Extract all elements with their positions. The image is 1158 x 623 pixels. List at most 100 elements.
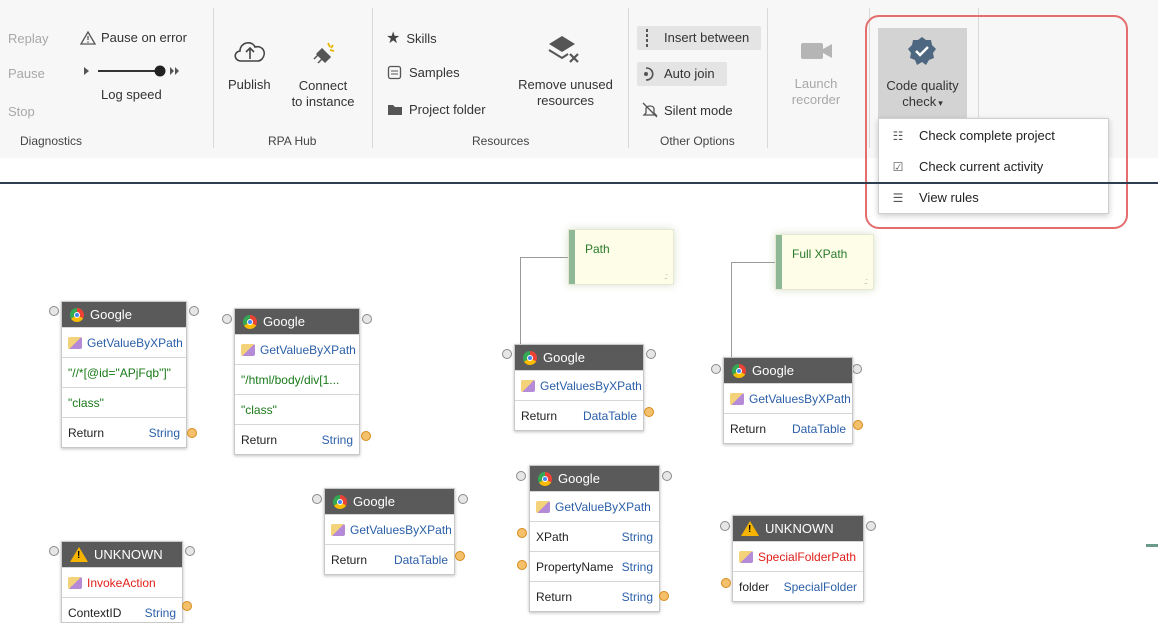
canvas-edge-marker <box>1146 544 1158 547</box>
activity-icon <box>739 550 753 563</box>
node-return-type: DataTable <box>791 421 846 436</box>
group-divider <box>628 8 629 148</box>
group-divider <box>767 8 768 148</box>
output-port[interactable] <box>646 349 656 359</box>
node-return-label: Return <box>536 589 573 604</box>
connect-to-instance-button[interactable]: Connect to instance <box>283 33 363 115</box>
google-chrome-icon <box>732 363 746 378</box>
resize-grip-icon[interactable]: .: <box>864 276 868 286</box>
comment-note-full-xpath[interactable]: Full XPath .: <box>775 234 874 290</box>
google-chrome-icon <box>243 314 257 329</box>
launch-recorder-label-line1: Launch <box>794 76 838 91</box>
node-return-type: String <box>148 425 180 440</box>
insert-between-toggle[interactable]: Insert between <box>637 26 761 50</box>
activity-node-google-getvaluesbyxpath[interactable]: Google GetValuesByXPath Return DataTable <box>514 344 644 431</box>
return-port[interactable] <box>361 431 371 441</box>
activity-node-google-getvaluesbyxpath[interactable]: Google GetValuesByXPath Return DataTable <box>723 357 853 444</box>
node-return-label: Return <box>730 421 767 436</box>
group-label-rpa-hub: RPA Hub <box>268 134 317 148</box>
activity-node-unknown-specialfolderpath[interactable]: ! UNKNOWN SpecialFolderPath folder Special… <box>732 515 864 602</box>
node-param-type: String <box>144 605 176 620</box>
silent-mode-toggle[interactable]: Silent mode <box>642 102 733 118</box>
note-connector <box>731 262 775 263</box>
activity-node-google-getvaluebyxpath[interactable]: Google GetValueByXPath XPath String Prope… <box>529 465 660 612</box>
group-label-other-options: Other Options <box>660 134 735 148</box>
comment-note-path[interactable]: Path .: <box>568 229 674 285</box>
log-speed-slider[interactable] <box>84 63 184 79</box>
pause-button[interactable]: Pause <box>8 66 45 81</box>
node-activity-name: GetValueByXPath <box>87 335 183 350</box>
workflow-canvas[interactable]: Path .: Full XPath .: Google GetValueByX… <box>0 184 1158 623</box>
auto-join-icon <box>644 67 654 81</box>
input-port[interactable] <box>720 521 730 531</box>
group-label-diagnostics: Diagnostics <box>20 134 83 148</box>
resize-grip-icon[interactable]: .: <box>664 271 668 281</box>
node-param-label: XPath <box>536 529 569 544</box>
output-port[interactable] <box>189 306 199 316</box>
auto-join-toggle[interactable]: Auto join <box>637 62 727 86</box>
param-port[interactable] <box>721 578 731 588</box>
return-port[interactable] <box>187 428 197 438</box>
cloud-upload-icon <box>234 42 265 62</box>
return-port[interactable] <box>853 420 863 430</box>
connect-label-line1: Connect <box>298 78 348 93</box>
node-return-type: String <box>621 589 653 604</box>
input-port[interactable] <box>516 471 526 481</box>
output-port[interactable] <box>185 546 195 556</box>
google-chrome-icon <box>333 494 347 509</box>
node-header: Google <box>558 471 600 486</box>
input-port[interactable] <box>49 306 59 316</box>
launch-recorder-button[interactable]: Launch recorder <box>776 34 856 116</box>
google-chrome-icon <box>523 350 537 365</box>
activity-icon <box>241 343 255 356</box>
node-return-type: DataTable <box>582 408 637 423</box>
node-header: Google <box>752 363 794 378</box>
input-port[interactable] <box>312 494 322 504</box>
warning-triangle-icon <box>80 30 96 45</box>
param-port[interactable] <box>517 560 527 570</box>
activity-icon <box>521 379 535 392</box>
output-port[interactable] <box>852 364 862 374</box>
auto-join-label: Auto join <box>664 66 715 81</box>
node-header: Google <box>543 350 585 365</box>
return-port[interactable] <box>659 591 669 601</box>
insert-between-icon <box>646 29 648 47</box>
remove-unused-label-line1: Remove unused <box>518 77 613 92</box>
layers-remove-icon <box>548 36 579 63</box>
remove-unused-resources-button[interactable]: Remove unused resources <box>508 30 623 120</box>
samples-button[interactable]: Samples <box>387 65 460 80</box>
return-port[interactable] <box>455 551 465 561</box>
node-return-label: Return <box>241 432 278 447</box>
activity-node-google-getvaluebyxpath[interactable]: Google GetValueByXPath "//*[@id="APjFqb"… <box>61 301 187 448</box>
input-port[interactable] <box>711 364 721 374</box>
activity-node-unknown-invokeaction[interactable]: ! UNKNOWN InvokeAction ContextID String <box>61 541 183 623</box>
replay-button[interactable]: Replay <box>8 31 48 46</box>
group-divider <box>213 8 214 148</box>
param-port[interactable] <box>517 528 527 538</box>
publish-button[interactable]: Publish <box>227 33 275 115</box>
output-port[interactable] <box>458 494 468 504</box>
project-folder-button[interactable]: Project folder <box>387 102 486 117</box>
input-port[interactable] <box>222 314 232 324</box>
input-port[interactable] <box>49 546 59 556</box>
skills-button[interactable]: ★ Skills <box>386 28 437 48</box>
node-argument: "/html/body/div[1... <box>241 372 340 387</box>
return-port[interactable] <box>644 407 654 417</box>
group-divider <box>372 8 373 148</box>
node-return-label: Return <box>521 408 558 423</box>
folder-icon <box>388 105 402 115</box>
stop-button[interactable]: Stop <box>8 104 35 119</box>
activity-node-google-getvaluebyxpath[interactable]: Google GetValueByXPath "/html/body/div[1… <box>234 308 360 455</box>
node-argument: "//*[@id="APjFqb"]" <box>68 365 171 380</box>
activity-node-google-getvaluesbyxpath[interactable]: Google GetValuesByXPath Return DataTable <box>324 488 455 575</box>
warning-triangle-icon: ! <box>741 521 759 536</box>
return-port[interactable] <box>182 601 192 611</box>
node-activity-name: GetValuesByXPath <box>749 391 851 406</box>
input-port[interactable] <box>502 349 512 359</box>
output-port[interactable] <box>866 521 876 531</box>
pause-on-error-toggle[interactable]: Pause on error <box>80 30 187 45</box>
output-port[interactable] <box>662 471 672 481</box>
output-port[interactable] <box>362 314 372 324</box>
node-header: Google <box>263 314 305 329</box>
warning-triangle-icon: ! <box>70 547 88 562</box>
